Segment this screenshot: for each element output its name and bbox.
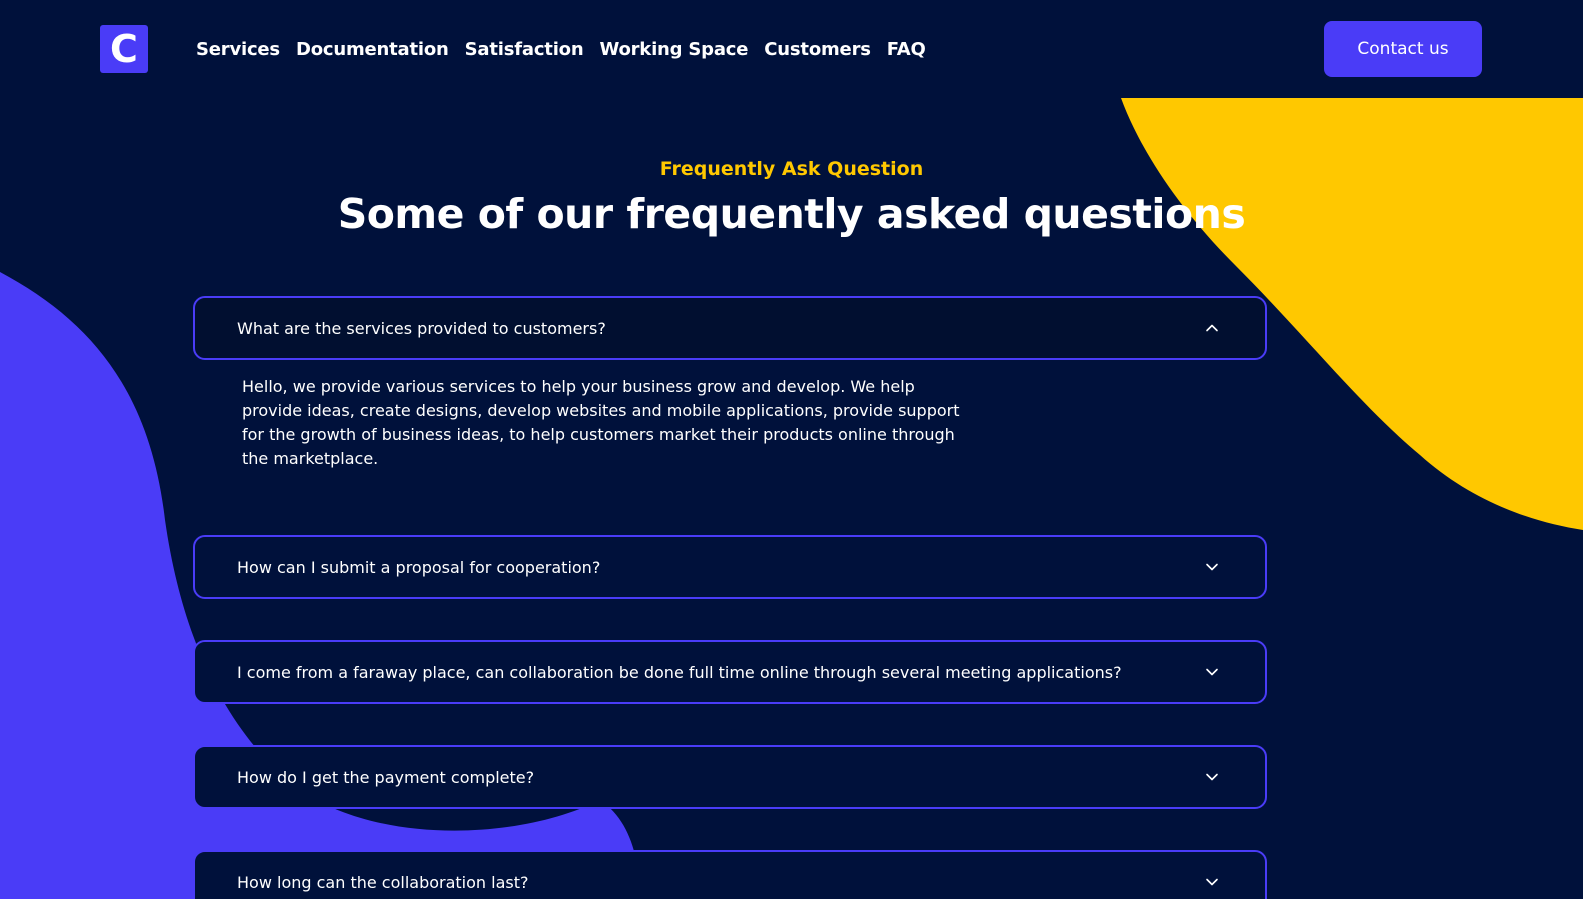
nav-item-satisfaction[interactable]: Satisfaction — [465, 39, 584, 60]
chevron-down-icon[interactable] — [1205, 665, 1219, 679]
contact-us-button[interactable]: Contact us — [1324, 21, 1482, 77]
chevron-up-icon[interactable] — [1205, 321, 1219, 335]
faq-question: What are the services provided to custom… — [237, 318, 606, 338]
main-nav: Services Documentation Satisfaction Work… — [196, 34, 926, 64]
section-eyebrow: Frequently Ask Question — [659, 158, 924, 180]
faq-item-remote-collaboration[interactable]: I come from a faraway place, can collabo… — [193, 640, 1267, 704]
faq-answer: Hello, we provide various services to he… — [242, 377, 960, 468]
faq-question: How long can the collaboration last? — [237, 872, 529, 892]
nav-item-working-space[interactable]: Working Space — [599, 39, 748, 60]
nav-item-faq[interactable]: FAQ — [887, 39, 926, 60]
nav-item-customers[interactable]: Customers — [764, 39, 871, 60]
chevron-down-icon[interactable] — [1205, 560, 1219, 574]
faq-question: I come from a faraway place, can collabo… — [237, 662, 1122, 682]
faq-item-payment[interactable]: How do I get the payment complete? — [193, 745, 1267, 809]
chevron-down-icon[interactable] — [1205, 875, 1219, 889]
section-title: Some of our frequently asked questions — [337, 190, 1246, 238]
chevron-down-icon[interactable] — [1205, 770, 1219, 784]
faq-question: How can I submit a proposal for cooperat… — [237, 557, 601, 577]
faq-question: How do I get the payment complete? — [237, 767, 535, 787]
site-header: C Services Documentation Satisfaction Wo… — [0, 0, 1583, 98]
logo-letter: C — [110, 27, 138, 71]
nav-item-services[interactable]: Services — [196, 39, 280, 60]
faq-item-collaboration-length[interactable]: How long can the collaboration last? — [193, 850, 1267, 899]
brand-logo[interactable]: C — [100, 25, 148, 73]
faq-page: C Services Documentation Satisfaction Wo… — [0, 0, 1583, 899]
nav-item-documentation[interactable]: Documentation — [296, 39, 449, 60]
faq-item-proposal[interactable]: How can I submit a proposal for cooperat… — [193, 535, 1267, 599]
faq-item-services[interactable]: What are the services provided to custom… — [193, 296, 1267, 360]
